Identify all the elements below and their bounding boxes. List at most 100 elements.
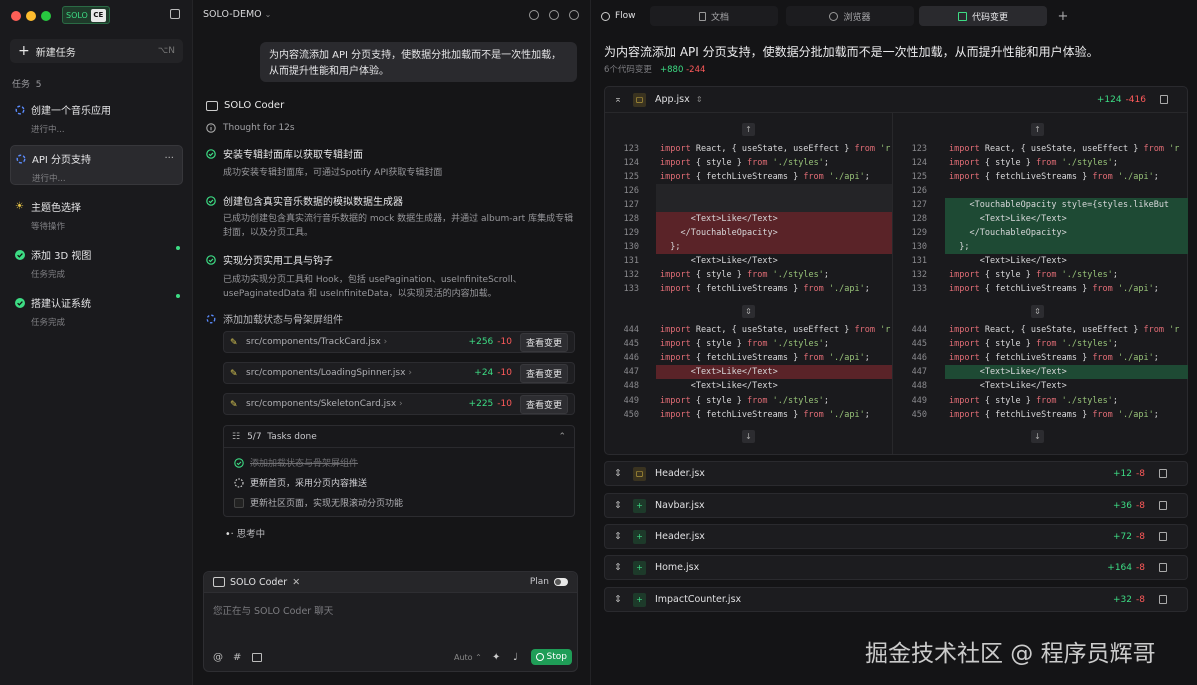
view-changes-button[interactable]: 查看变更 [519,332,568,352]
diff-panel: ⌅ ▢ App.jsx ⇕ +124 -416 123 import React, … [604,86,1188,455]
tools-icon[interactable]: ✕ [292,577,300,588]
image-icon[interactable] [252,653,262,662]
todo-item-active: 更新首页，采用分页内容推送 [234,476,367,489]
file-row[interactable]: ⇕ ▢ Header.jsx +12 -8 [604,461,1188,486]
file-row[interactable]: ⇕ + ImpactCounter.jsx +32 -8 [604,587,1188,612]
task-item[interactable]: 创建一个音乐应用 进行中... [10,97,183,137]
check-circle-icon [15,249,25,260]
tab-code-changes[interactable]: 代码变更 [919,6,1047,26]
changed-file-row[interactable]: ✎ src/components/SkeletonCard.jsx › +225 -1… [223,393,575,415]
file-path: src/components/LoadingSpinner.jsx [246,368,406,378]
more-options-icon[interactable]: ··· [164,153,174,164]
new-task-button[interactable]: + 新建任务 ⌥N [10,39,183,63]
chat-input[interactable]: 您正在与 SOLO Coder 聊天 [213,603,333,617]
logo-text: SOLO [66,10,88,20]
todo-header[interactable]: ☷ 5/7 Tasks done ⌃ [224,426,574,448]
file-row[interactable]: ⇕ + Home.jsx +164 -8 [604,555,1188,580]
expand-up-icon[interactable]: ↑ [1031,123,1044,136]
chevron-down-icon: ⌄ [264,10,272,19]
view-changes-button[interactable]: 查看变更 [519,363,568,383]
expand-file-icon[interactable]: ⇕ [614,594,622,605]
changed-file-row[interactable]: ✎ src/components/TrackCard.jsx › +256 -10 查看… [223,331,575,353]
maximize-window-button[interactable] [41,11,51,21]
line-number: 445 [623,339,639,349]
collapse-icon[interactable]: ⌃ [558,432,566,442]
add-chat-icon[interactable] [529,10,539,20]
expand-icon[interactable]: ⇕ [742,305,755,318]
file-row[interactable]: ⇕ + Navbar.jsx +36 -8 [604,493,1188,518]
task-item[interactable]: 添加 3D 视图 任务完成 [10,242,183,282]
code-line: import { style } from './styles'; [660,158,829,168]
copy-icon[interactable] [1159,532,1167,541]
project-selector[interactable]: SOLO-DEMO ⌄ [203,9,271,20]
line-number: 129 [623,228,639,238]
stop-button[interactable]: Stop [530,649,572,665]
plan-toggle[interactable] [554,578,568,586]
task-item[interactable]: 搭建认证系统 任务完成 [10,290,183,330]
expand-file-icon[interactable]: ⇕ [614,531,622,542]
expand-down-icon[interactable]: ↓ [742,430,755,443]
tab-browser[interactable]: 浏览器 [786,6,914,26]
watermark-text: 掘金技术社区 @ 程序员辉哥 [865,641,1156,667]
agent-icon [206,100,218,111]
lines-removed: -8 [1136,531,1145,542]
expand-up-icon[interactable]: ↑ [742,123,755,136]
lines-removed: -8 [1136,468,1145,479]
empty-checkbox-icon [234,497,244,508]
copy-icon[interactable] [1159,563,1167,572]
view-changes-button[interactable]: 查看变更 [519,394,568,414]
task-item-selected[interactable]: API 分页支持 ··· 进行中... [10,145,183,185]
todo-list: ☷ 5/7 Tasks done ⌃ 添加加载状态与骨架屏组件 更新首页，采用分页内… [223,425,575,517]
settings-gear-icon[interactable] [549,10,559,20]
lines-removed: -10 [497,368,512,378]
expand-file-icon[interactable]: ⇕ [614,500,622,511]
copy-icon[interactable] [1159,469,1167,478]
code-line: </TouchableOpacity> [660,228,778,238]
lines-added: +72 [1113,531,1133,542]
chat-composer: SOLO Coder ✕ Plan 您正在与 SOLO Coder 聊天 @ # A… [203,571,578,672]
todo-label: Tasks done [267,431,317,442]
plan-label: Plan [529,577,549,587]
tab-docs[interactable]: 文档 [650,6,778,26]
added-line-highlight [945,240,1188,254]
app-logo: SOLO CE [62,6,110,24]
expand-icon[interactable]: ⇕ [1031,305,1044,318]
code-line: }; [660,242,681,252]
task-title: 搭建认证系统 [31,299,91,310]
pencil-icon: ✎ [230,369,238,379]
added-file-icon: + [632,560,646,575]
task-title: 添加 3D 视图 [31,251,92,262]
current-step: 添加加载状态与骨架屏组件 [206,311,343,326]
sparkle-icon[interactable]: ✦ [492,652,500,663]
close-window-button[interactable] [11,11,21,21]
thought-line[interactable]: Thought for 12s [206,123,295,133]
minimize-window-button[interactable] [26,11,36,21]
expand-down-icon[interactable]: ↓ [1031,430,1044,443]
add-tab-icon[interactable]: + [1053,6,1073,26]
copy-icon[interactable] [1159,501,1167,510]
expand-file-icon[interactable]: ⇕ [614,468,622,479]
hash-icon[interactable]: # [233,652,241,663]
toggle-sidebar-icon[interactable] [170,9,180,19]
changed-file-row[interactable]: ✎ src/components/LoadingSpinner.jsx › +24-… [223,362,575,384]
step-item: 创建包含真实音乐数据的模拟数据生成器 [206,193,403,208]
dots-icon: •· [225,529,234,540]
plus-icon: + [18,43,30,59]
empty-line-hatch [656,184,892,198]
lines-removed: -8 [1136,500,1145,511]
code-line: <Text>Like</Text> [949,381,1067,391]
lines-added: +164 [1107,562,1133,573]
line-number: 446 [623,353,639,363]
task-item[interactable]: ☀ 主题色选择 等待操作 [10,194,183,234]
user-account-icon[interactable] [569,10,579,20]
list-icon: ☷ [232,431,241,442]
expand-file-icon[interactable]: ⇕ [614,562,622,573]
line-number: 449 [623,396,639,406]
copy-icon[interactable] [1159,595,1167,604]
model-selector[interactable]: Auto ⌃ [454,653,482,662]
mention-icon[interactable]: @ [213,652,223,663]
microphone-icon[interactable]: ♩ [513,652,518,663]
file-row[interactable]: ⇕ + Header.jsx +72 -8 [604,524,1188,549]
code-line: import React, { useState, useEffect } fr… [660,144,891,154]
tab-flow[interactable]: Flow [595,6,641,26]
